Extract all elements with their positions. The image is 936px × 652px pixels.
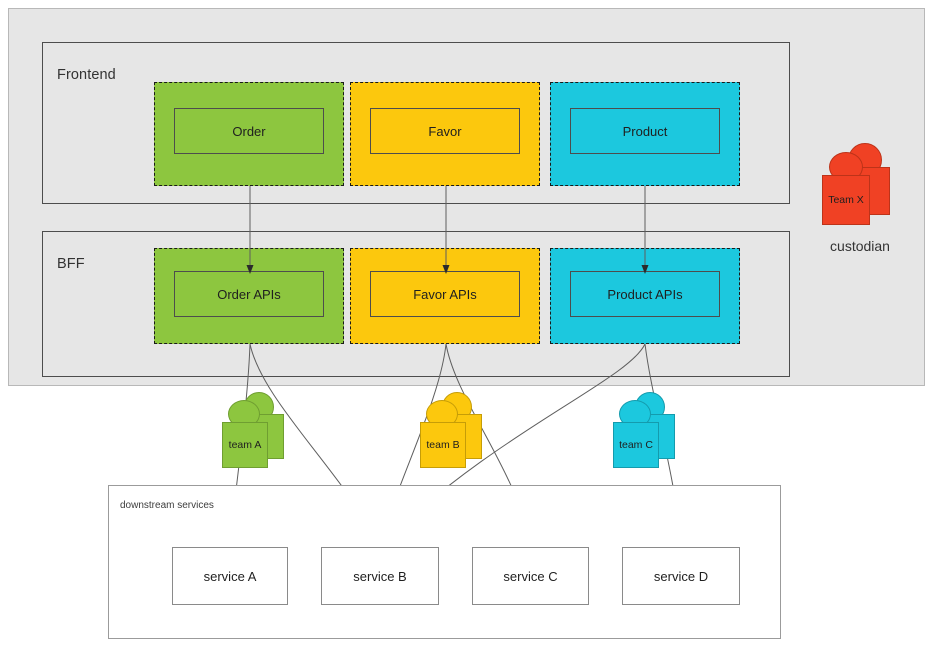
downstream-services-label: downstream services	[120, 500, 214, 511]
team-b-body-front-icon	[420, 422, 466, 468]
bff-block-product-apis-inner[interactable]: Product APIs	[570, 271, 720, 317]
service-box-b[interactable]: service B	[321, 547, 439, 605]
layer-bff-label: BFF	[57, 256, 85, 272]
frontend-block-product-inner[interactable]: Product	[570, 108, 720, 154]
frontend-block-product[interactable]: Product	[550, 82, 740, 186]
team-c-body-front-icon	[613, 422, 659, 468]
custodian-body-front-icon	[822, 175, 870, 225]
frontend-block-favor-inner[interactable]: Favor	[370, 108, 520, 154]
actor-custodian-team-x[interactable]: Team X	[820, 143, 900, 225]
bff-block-order-apis[interactable]: Order APIs	[154, 248, 344, 344]
custodian-caption: custodian	[830, 238, 890, 254]
diagram-canvas: Frontend BFF Order Favor Product Order A…	[0, 0, 936, 652]
layer-frontend-label: Frontend	[57, 67, 116, 83]
service-box-c[interactable]: service C	[472, 547, 589, 605]
bff-block-favor-apis[interactable]: Favor APIs	[350, 248, 540, 344]
service-box-d[interactable]: service D	[622, 547, 740, 605]
actor-team-b[interactable]: team B	[418, 392, 488, 468]
actor-team-c[interactable]: team C	[611, 392, 681, 468]
frontend-block-favor[interactable]: Favor	[350, 82, 540, 186]
frontend-block-order-inner[interactable]: Order	[174, 108, 324, 154]
service-box-a[interactable]: service A	[172, 547, 288, 605]
actor-team-a[interactable]: team A	[220, 392, 290, 468]
bff-block-order-apis-inner[interactable]: Order APIs	[174, 271, 324, 317]
frontend-block-order[interactable]: Order	[154, 82, 344, 186]
bff-block-favor-apis-inner[interactable]: Favor APIs	[370, 271, 520, 317]
team-a-body-front-icon	[222, 422, 268, 468]
bff-block-product-apis[interactable]: Product APIs	[550, 248, 740, 344]
